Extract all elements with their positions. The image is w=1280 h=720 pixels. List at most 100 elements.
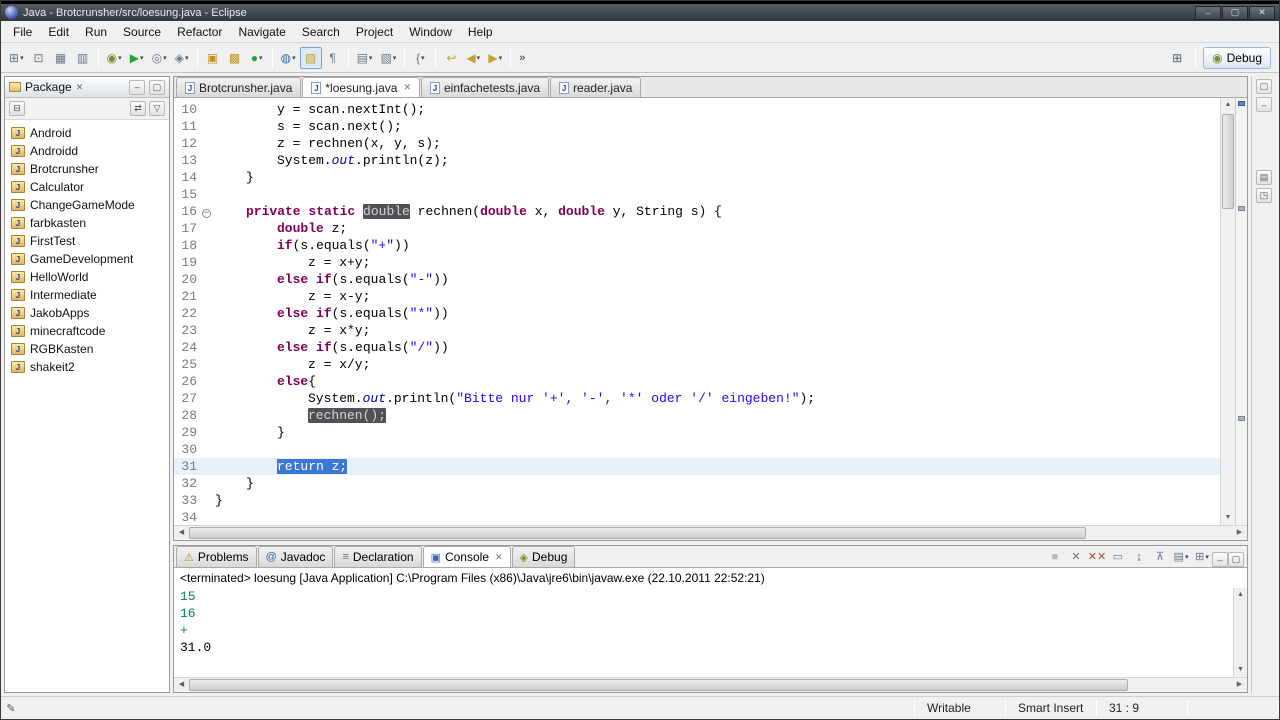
prev-annotation-button[interactable]: ▤ ▾: [353, 47, 377, 69]
code-editor[interactable]: 10 y = scan.nextInt(); 11 s = scan.next(); 1…: [174, 98, 1220, 525]
project-item-android[interactable]: J Android: [5, 124, 169, 142]
last-edit-location-button[interactable]: ↩: [440, 47, 462, 69]
code-templates-button[interactable]: {▾: [409, 47, 431, 69]
editor-tab-readerjava[interactable]: Jreader.java: [550, 77, 642, 97]
tab-close-icon[interactable]: ✕: [403, 82, 411, 93]
tab-close-icon[interactable]: ✕: [495, 552, 503, 563]
overview-marker[interactable]: [1238, 416, 1245, 421]
display-selected-console-button[interactable]: ▤ ▾: [1171, 547, 1191, 566]
scroll-down-arrow[interactable]: ▼: [1221, 511, 1235, 525]
scroll-down-arrow[interactable]: ▼: [1234, 663, 1247, 677]
window-maximize-button[interactable]: ▢: [1222, 5, 1248, 20]
remove-all-launches-button[interactable]: ✕✕: [1087, 547, 1107, 566]
minimize-view-button[interactable]: –: [129, 79, 145, 95]
menu-item-help[interactable]: Help: [460, 22, 501, 42]
link-with-editor-button[interactable]: ⇄: [130, 101, 146, 116]
code-line-22[interactable]: 22 else if(s.equals("*")): [174, 305, 1220, 322]
scroll-up-arrow[interactable]: ▲: [1221, 98, 1235, 112]
project-item-minecraftcode[interactable]: Jminecraftcode: [5, 322, 169, 340]
menu-item-window[interactable]: Window: [401, 22, 460, 42]
console-horizontal-scrollbar[interactable]: ◀ ▶: [174, 677, 1247, 692]
code-line-16[interactable]: 16− private static double rechnen(double …: [174, 203, 1220, 220]
new-package-button[interactable]: ▩: [224, 47, 246, 69]
toolbar-overflow-chevron[interactable]: »: [515, 52, 529, 64]
external-tools-button[interactable]: ◈ ▾: [171, 47, 193, 69]
code-line-24[interactable]: 24 else if(s.equals("/")): [174, 339, 1220, 356]
scroll-up-arrow[interactable]: ▲: [1234, 588, 1247, 602]
project-item-shakeit2[interactable]: Jshakeit2: [5, 358, 169, 376]
code-line-23[interactable]: 23 z = x*y;: [174, 322, 1220, 339]
run-button[interactable]: ▶ ▾: [126, 47, 148, 69]
print-button[interactable]: ▥: [72, 47, 94, 69]
show-whitespace-button[interactable]: ¶: [322, 47, 344, 69]
scrollbar-thumb[interactable]: [1222, 114, 1234, 209]
restore-editor-button[interactable]: ▢: [1256, 79, 1272, 94]
overview-marker[interactable]: [1238, 101, 1245, 106]
coverage-button[interactable]: ◎ ▾: [148, 47, 171, 69]
overview-marker[interactable]: [1238, 206, 1245, 211]
collapse-all-button[interactable]: ⊟: [9, 101, 25, 116]
search-button[interactable]: ◍ ▾: [277, 47, 300, 69]
new-wizard-button[interactable]: ⊞ ▾: [5, 47, 28, 69]
code-line-25[interactable]: 25 z = x/y;: [174, 356, 1220, 373]
new-class-button[interactable]: ● ▾: [246, 47, 268, 69]
code-line-14[interactable]: 14}: [174, 169, 1220, 186]
scrollbar-thumb[interactable]: [189, 527, 1086, 539]
minimized-view-button[interactable]: ▤: [1256, 170, 1272, 185]
editor-horizontal-scrollbar[interactable]: ◀ ▶: [174, 525, 1247, 540]
code-line-18[interactable]: 18 if(s.equals("+")): [174, 237, 1220, 254]
code-line-17[interactable]: 17 double z;: [174, 220, 1220, 237]
view-menu-button[interactable]: ▽: [149, 101, 165, 116]
view-tab-problems[interactable]: ⚠ Problems: [176, 546, 257, 567]
menu-item-edit[interactable]: Edit: [40, 22, 77, 42]
next-annotation-button[interactable]: ▧ ▾: [376, 47, 400, 69]
view-tab-debug[interactable]: ◈ Debug: [511, 546, 576, 567]
scrollbar-track[interactable]: [1234, 602, 1247, 663]
code-line-30[interactable]: 30: [174, 441, 1220, 458]
scrollbar-track[interactable]: [189, 526, 1232, 540]
code-line-27[interactable]: 27 System.out.println("Bitte nur '+', '-'…: [174, 390, 1220, 407]
minimize-console-button[interactable]: –: [1212, 552, 1228, 567]
code-line-26[interactable]: 26 else{: [174, 373, 1220, 390]
code-line-11[interactable]: 11 s = scan.next();: [174, 118, 1220, 135]
menu-item-refactor[interactable]: Refactor: [169, 22, 230, 42]
back-button[interactable]: ◀ ▾: [462, 47, 484, 69]
menu-item-search[interactable]: Search: [294, 22, 348, 42]
code-line-34[interactable]: 34: [174, 509, 1220, 525]
menu-item-run[interactable]: Run: [77, 22, 115, 42]
menu-item-navigate[interactable]: Navigate: [230, 22, 293, 42]
new-java-project-button[interactable]: ▣: [202, 47, 224, 69]
open-perspective-button[interactable]: ⊞: [1166, 47, 1188, 69]
debug-button[interactable]: ◉ ▾: [103, 47, 126, 69]
editor-tab-einfachetestsjava[interactable]: Jeinfachetests.java: [421, 77, 550, 97]
scroll-left-arrow[interactable]: ◀: [174, 678, 189, 692]
code-line-21[interactable]: 21 z = x-y;: [174, 288, 1220, 305]
save-all-button[interactable]: ▦: [50, 47, 72, 69]
terminate-button[interactable]: ■: [1045, 547, 1065, 566]
clear-console-button[interactable]: ▭: [1108, 547, 1128, 566]
mark-occurrences-button[interactable]: ▨: [299, 46, 322, 69]
code-line-33[interactable]: 33}: [174, 492, 1220, 509]
code-line-10[interactable]: 10 y = scan.nextInt();: [174, 101, 1220, 118]
view-tab-javadoc[interactable]: @ Javadoc: [257, 546, 334, 567]
project-item-intermediate[interactable]: J Intermediate: [5, 286, 169, 304]
scroll-right-arrow[interactable]: ▶: [1232, 678, 1247, 692]
overview-ruler[interactable]: [1235, 98, 1247, 525]
project-item-gamedevelopment[interactable]: J GameDevelopment: [5, 250, 169, 268]
code-line-28[interactable]: 28 rechnen();: [174, 407, 1220, 424]
maximize-view-button[interactable]: ▢: [149, 79, 165, 95]
minimize-editor-button[interactable]: –: [1256, 97, 1272, 112]
console-vertical-scrollbar[interactable]: ▲ ▼: [1233, 588, 1247, 677]
fold-collapse-icon[interactable]: −: [200, 203, 215, 220]
window-minimize-button[interactable]: –: [1195, 5, 1221, 20]
project-item-changegamemode[interactable]: J ChangeGameMode: [5, 196, 169, 214]
forward-button[interactable]: ▶ ▾: [484, 47, 506, 69]
project-item-rgbkasten[interactable]: J RGBKasten: [5, 340, 169, 358]
editor-vertical-scrollbar[interactable]: ▲ ▼: [1220, 98, 1235, 525]
editor-tab-brotcrunsherjava[interactable]: J Brotcrunsher.java: [176, 77, 302, 97]
project-item-farbkasten[interactable]: Jfarbkasten: [5, 214, 169, 232]
project-item-calculator[interactable]: J Calculator: [5, 178, 169, 196]
pin-console-button[interactable]: ⊼: [1150, 547, 1170, 566]
code-line-12[interactable]: 12 z = rechnen(x, y, s);: [174, 135, 1220, 152]
project-item-helloworld[interactable]: J HelloWorld: [5, 268, 169, 286]
